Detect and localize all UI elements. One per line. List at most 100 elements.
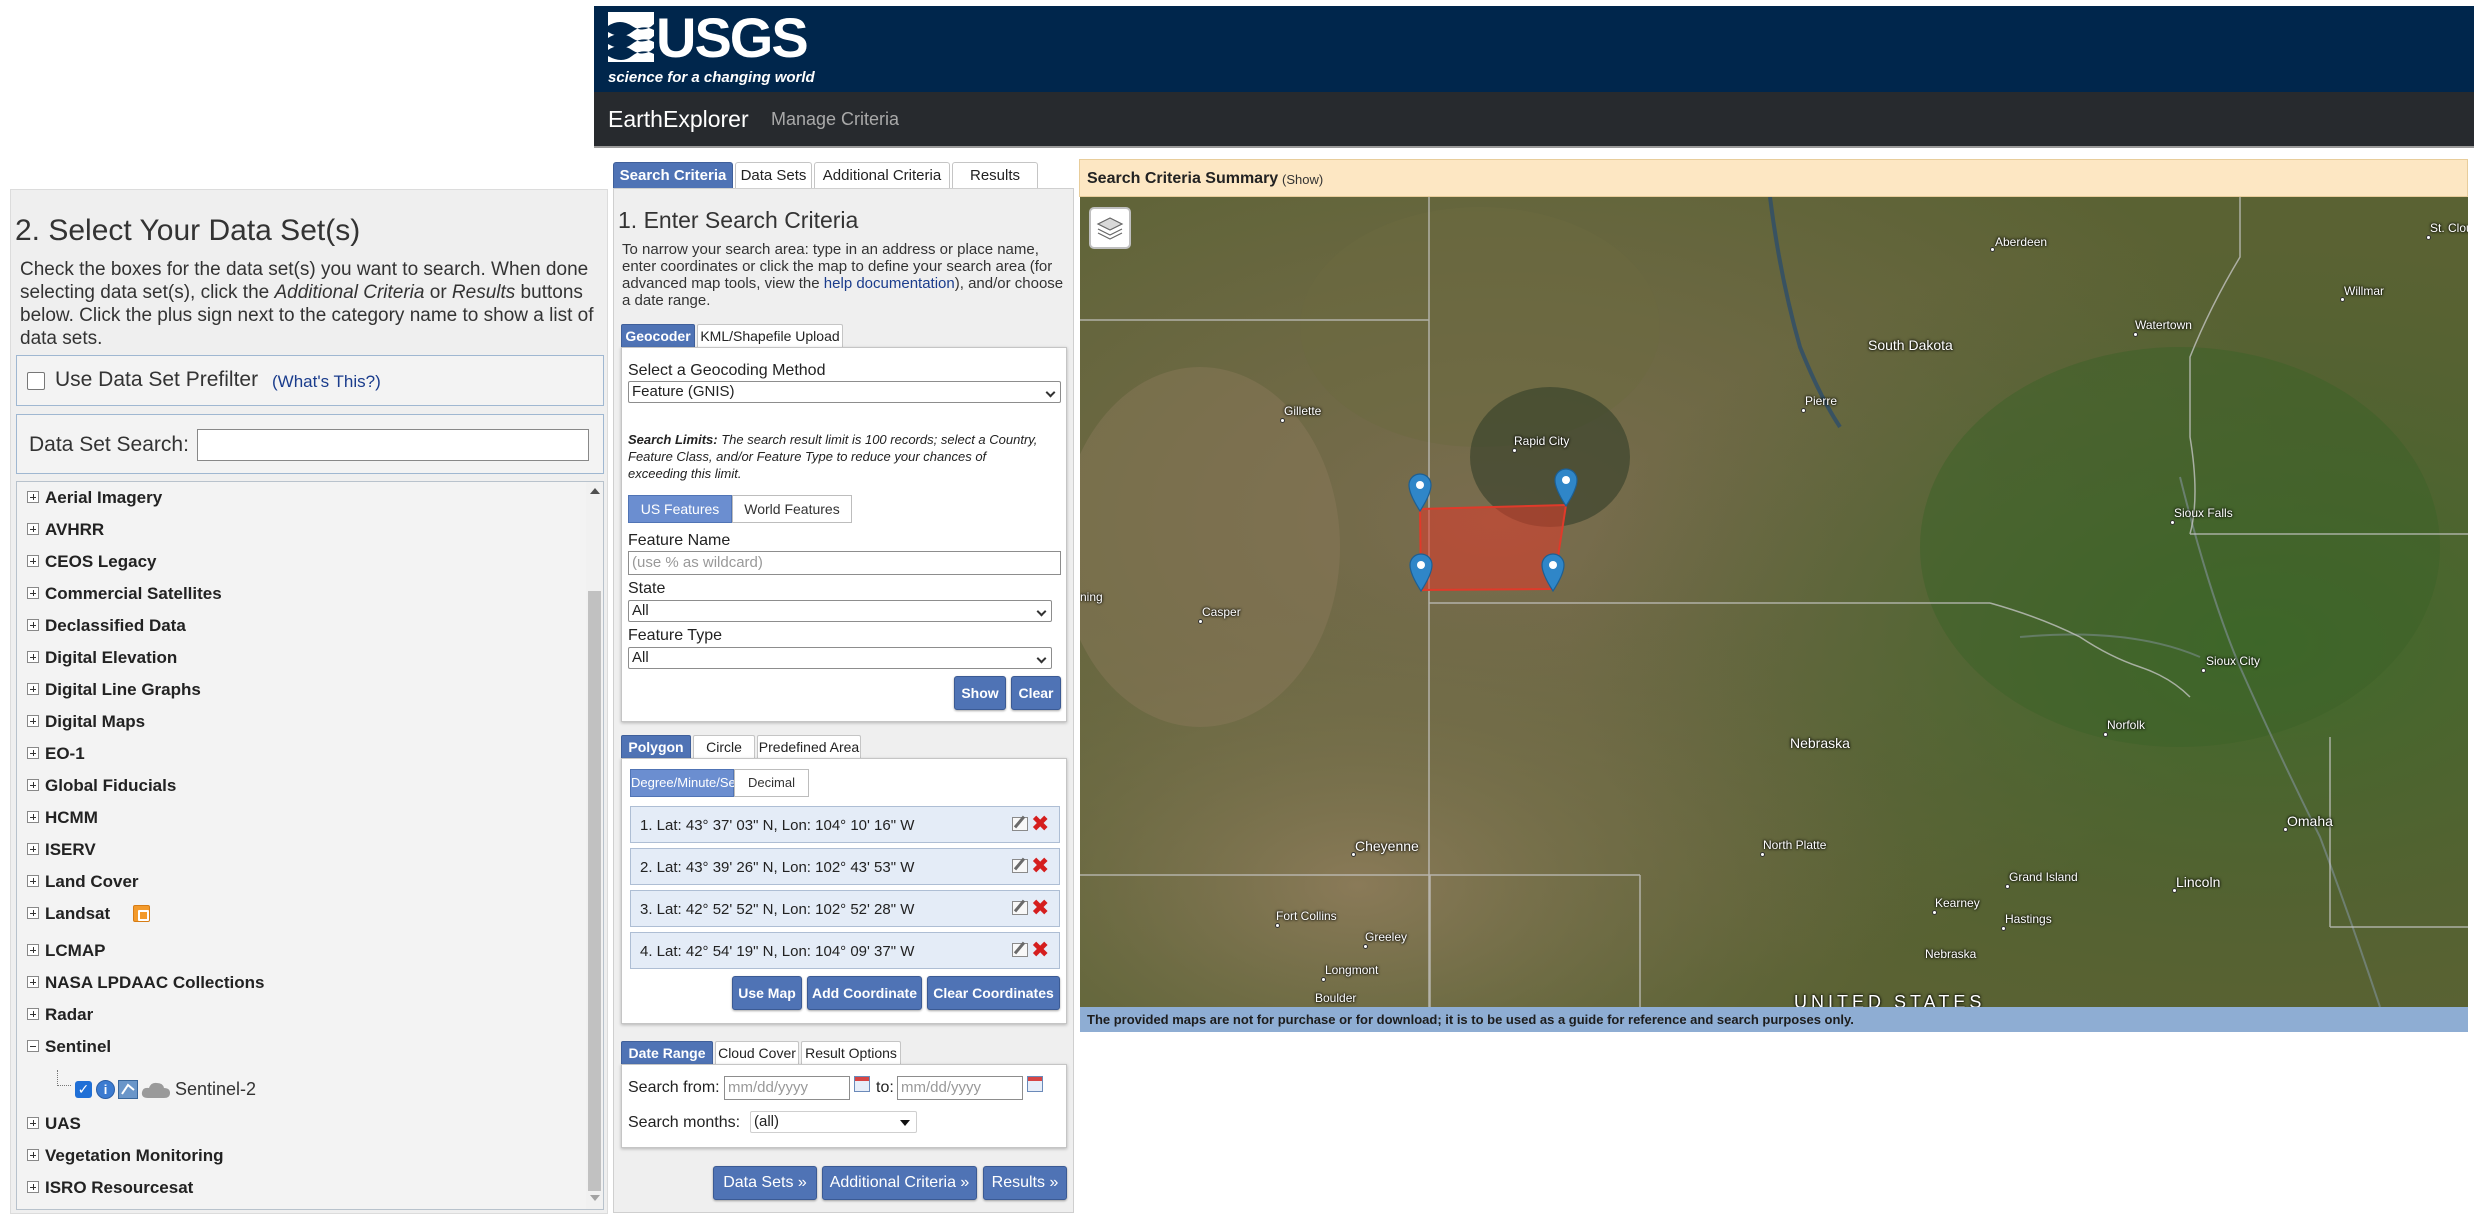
tab-polygon[interactable]: Polygon xyxy=(621,735,691,758)
world-features-toggle[interactable]: World Features xyxy=(732,495,852,523)
prefilter-label[interactable]: Use Data Set Prefilter xyxy=(55,368,258,392)
landsat-badge-icon[interactable] xyxy=(133,905,150,922)
satellite-basemap xyxy=(1080,197,2468,1007)
coordinate-row[interactable]: 4. Lat: 42° 54' 19" N, Lon: 104° 09' 37"… xyxy=(630,932,1060,969)
search-criteria-summary-bar: Search Criteria Summary (Show) xyxy=(1079,159,2468,197)
manage-criteria-link[interactable]: Manage Criteria xyxy=(771,109,899,130)
expand-icon[interactable] xyxy=(27,651,39,663)
expand-icon[interactable] xyxy=(27,715,39,727)
expand-icon[interactable] xyxy=(27,555,39,567)
layers-control-button[interactable] xyxy=(1089,207,1131,249)
expand-icon[interactable] xyxy=(27,683,39,695)
footprint-icon[interactable] xyxy=(118,1080,138,1099)
help-documentation-link[interactable]: help documentation xyxy=(824,275,955,292)
expand-icon[interactable] xyxy=(27,875,39,887)
usgs-logo[interactable]: USGS science for a changing world xyxy=(608,10,815,86)
expand-icon[interactable] xyxy=(27,1181,39,1193)
coordinate-row[interactable]: 2. Lat: 43° 39' 26" N, Lon: 102° 43' 53"… xyxy=(630,848,1060,885)
expand-icon[interactable] xyxy=(27,1117,39,1129)
prefilter-checkbox[interactable] xyxy=(27,372,45,390)
sentinel-2-checkbox[interactable]: ✓ xyxy=(75,1081,92,1098)
map-pin-icon[interactable] xyxy=(1540,552,1566,592)
expand-icon[interactable] xyxy=(27,619,39,631)
tab-additional-criteria[interactable]: Additional Criteria xyxy=(814,162,950,189)
results-button[interactable]: Results » xyxy=(983,1166,1067,1200)
state-select[interactable]: All xyxy=(628,600,1052,622)
tab-predefined-area[interactable]: Predefined Area xyxy=(757,735,861,758)
map-label: Boulder xyxy=(1315,991,1357,1005)
search-criteria-panel: 1. Enter Search Criteria To narrow your … xyxy=(613,188,1074,1213)
tab-date-range[interactable]: Date Range xyxy=(621,1041,713,1064)
map-pin-icon[interactable] xyxy=(1407,472,1433,512)
map-pin-icon[interactable] xyxy=(1553,467,1579,507)
feature-type-select[interactable]: All xyxy=(628,647,1052,669)
clear-coordinates-button[interactable]: Clear Coordinates xyxy=(927,976,1060,1010)
geocoding-method-select[interactable]: Feature (GNIS) xyxy=(628,381,1061,403)
criteria-title: 1. Enter Search Criteria xyxy=(618,207,859,233)
dataset-scrollbar[interactable] xyxy=(586,482,603,1209)
tab-cloud-cover[interactable]: Cloud Cover xyxy=(715,1041,799,1064)
scroll-up-arrow-icon[interactable] xyxy=(590,488,600,494)
feature-name-input[interactable]: (use % as wildcard) xyxy=(628,551,1061,575)
expand-icon[interactable] xyxy=(27,1008,39,1020)
additional-criteria-button[interactable]: Additional Criteria » xyxy=(822,1166,977,1200)
map-pin-icon[interactable] xyxy=(1408,552,1434,592)
map-view[interactable]: Aberdeen St. Clou Willmar Watertown Sout… xyxy=(1080,197,2468,1007)
tab-results[interactable]: Results xyxy=(952,162,1038,189)
coordinate-row[interactable]: 3. Lat: 42° 52' 52" N, Lon: 102° 52' 28"… xyxy=(630,890,1060,927)
cloud-icon[interactable] xyxy=(141,1081,171,1099)
add-coordinate-button[interactable]: Add Coordinate xyxy=(807,976,922,1010)
dataset-panel-title: 2. Select Your Data Set(s) xyxy=(15,214,361,247)
coordinate-row[interactable]: 1. Lat: 43° 37' 03" N, Lon: 104° 10' 16"… xyxy=(630,806,1060,843)
collapse-icon[interactable] xyxy=(27,1040,39,1052)
date-range-box: Search from: mm/dd/yyyy to: mm/dd/yyyy S… xyxy=(621,1064,1067,1148)
expand-icon[interactable] xyxy=(27,1149,39,1161)
expand-icon[interactable] xyxy=(27,811,39,823)
data-sets-button[interactable]: Data Sets » xyxy=(713,1166,817,1200)
app-brand-link[interactable]: EarthExplorer xyxy=(608,106,749,133)
show-button[interactable]: Show xyxy=(954,676,1006,710)
expand-icon[interactable] xyxy=(27,747,39,759)
edit-icon[interactable] xyxy=(1012,901,1028,915)
tab-geocoder[interactable]: Geocoder xyxy=(621,324,695,347)
delete-icon[interactable]: ✖ xyxy=(1031,813,1049,835)
edit-icon[interactable] xyxy=(1012,943,1028,957)
clear-button[interactable]: Clear xyxy=(1011,676,1061,710)
edit-icon[interactable] xyxy=(1012,817,1028,831)
calendar-icon[interactable] xyxy=(854,1076,870,1092)
tab-result-options[interactable]: Result Options xyxy=(801,1041,901,1064)
delete-icon[interactable]: ✖ xyxy=(1031,855,1049,877)
search-months-select[interactable]: (all) xyxy=(750,1111,917,1133)
expand-icon[interactable] xyxy=(27,976,39,988)
edit-icon[interactable] xyxy=(1012,859,1028,873)
expand-icon[interactable] xyxy=(27,523,39,535)
use-map-button[interactable]: Use Map xyxy=(732,976,802,1010)
dms-toggle[interactable]: Degree/Minute/Second xyxy=(630,769,764,797)
info-icon[interactable]: i xyxy=(96,1080,115,1099)
expand-icon[interactable] xyxy=(27,587,39,599)
us-features-toggle[interactable]: US Features xyxy=(628,495,732,523)
dataset-search-input[interactable] xyxy=(197,429,589,461)
delete-icon[interactable]: ✖ xyxy=(1031,939,1049,961)
calendar-icon[interactable] xyxy=(1027,1076,1043,1092)
tab-kml-upload[interactable]: KML/Shapefile Upload xyxy=(697,324,843,347)
sentinel-2-label[interactable]: Sentinel-2 xyxy=(175,1079,256,1100)
map-label: St. Clou xyxy=(2430,221,2468,235)
expand-icon[interactable] xyxy=(27,779,39,791)
summary-show-link[interactable]: (Show) xyxy=(1282,172,1323,187)
date-to-input[interactable]: mm/dd/yyyy xyxy=(897,1076,1023,1100)
whats-this-link[interactable]: (What's This?) xyxy=(272,372,381,392)
map-label: Omaha xyxy=(2287,813,2333,829)
expand-icon[interactable] xyxy=(27,907,39,919)
tab-circle[interactable]: Circle xyxy=(693,735,755,758)
scroll-thumb[interactable] xyxy=(588,591,601,1191)
delete-icon[interactable]: ✖ xyxy=(1031,897,1049,919)
scroll-down-arrow-icon[interactable] xyxy=(590,1195,600,1201)
date-from-input[interactable]: mm/dd/yyyy xyxy=(724,1076,850,1100)
tab-search-criteria[interactable]: Search Criteria xyxy=(613,162,733,189)
tab-data-sets[interactable]: Data Sets xyxy=(735,162,812,189)
expand-icon[interactable] xyxy=(27,843,39,855)
decimal-toggle[interactable]: Decimal xyxy=(734,769,809,797)
expand-icon[interactable] xyxy=(27,944,39,956)
expand-icon[interactable] xyxy=(27,491,39,503)
